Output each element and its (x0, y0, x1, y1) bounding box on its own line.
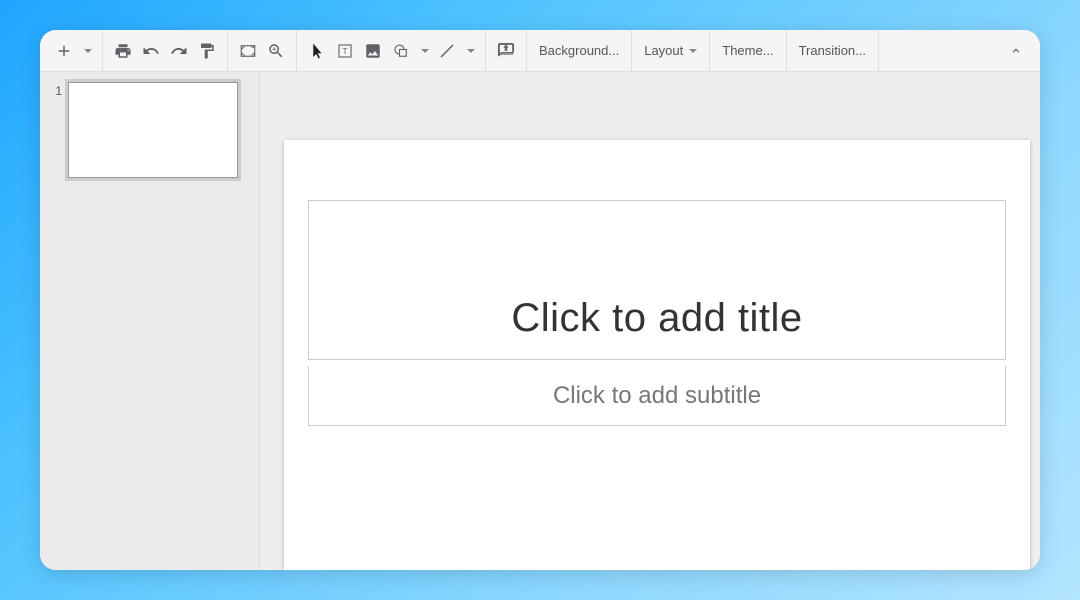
caret-down-icon (689, 49, 697, 53)
comment-group (486, 30, 527, 71)
toolbar-spacer (879, 30, 996, 71)
shape-button[interactable] (387, 37, 415, 65)
slide-thumbnail-row: 1 (50, 82, 249, 178)
select-tool-button[interactable] (303, 37, 331, 65)
caret-down-icon (467, 49, 475, 53)
comment-button[interactable] (492, 37, 520, 65)
line-icon (438, 42, 456, 60)
slide-panel[interactable]: 1 (40, 72, 260, 570)
zoom-group (228, 30, 297, 71)
new-slide-button[interactable] (50, 37, 78, 65)
new-slide-dropdown[interactable] (78, 37, 96, 65)
canvas-area[interactable]: Click to add title Click to add subtitle (260, 72, 1040, 570)
zoom-icon (267, 42, 285, 60)
theme-button[interactable]: Theme... (710, 30, 786, 71)
comment-icon (497, 42, 515, 60)
paint-roller-icon (198, 42, 216, 60)
background-label: Background... (539, 43, 619, 58)
subtitle-placeholder[interactable]: Click to add subtitle (308, 366, 1006, 426)
svg-text:T: T (342, 47, 347, 56)
collapse-toolbar-button[interactable] (996, 30, 1036, 71)
transition-label: Transition... (799, 43, 866, 58)
caret-down-icon (84, 49, 92, 53)
undo-icon (142, 42, 160, 60)
redo-button[interactable] (165, 37, 193, 65)
background-button[interactable]: Background... (527, 30, 632, 71)
image-icon (364, 42, 382, 60)
text-box-icon: T (336, 42, 354, 60)
fit-button[interactable] (234, 37, 262, 65)
plus-icon (55, 42, 73, 60)
zoom-button[interactable] (262, 37, 290, 65)
text-box-button[interactable]: T (331, 37, 359, 65)
redo-icon (170, 42, 188, 60)
shape-icon (392, 42, 410, 60)
layout-label: Layout (644, 43, 683, 58)
new-slide-group (44, 30, 103, 71)
content-area: 1 Click to add title Click to add subtit… (40, 72, 1040, 570)
line-dropdown[interactable] (461, 37, 479, 65)
file-actions-group (103, 30, 228, 71)
paint-format-button[interactable] (193, 37, 221, 65)
theme-label: Theme... (722, 43, 773, 58)
slide-canvas[interactable]: Click to add title Click to add subtitle (284, 140, 1030, 570)
caret-down-icon (421, 49, 429, 53)
transition-button[interactable]: Transition... (787, 30, 879, 71)
undo-button[interactable] (137, 37, 165, 65)
shape-dropdown[interactable] (415, 37, 433, 65)
slide-thumbnail[interactable] (68, 82, 238, 178)
print-icon (114, 42, 132, 60)
chevron-up-icon (1009, 44, 1023, 58)
slide-number: 1 (50, 82, 62, 178)
cursor-icon (308, 42, 326, 60)
image-button[interactable] (359, 37, 387, 65)
line-button[interactable] (433, 37, 461, 65)
print-button[interactable] (109, 37, 137, 65)
fit-icon (239, 42, 257, 60)
insert-tools-group: T (297, 30, 486, 71)
toolbar: T Background... (40, 30, 1040, 72)
title-placeholder[interactable]: Click to add title (308, 200, 1006, 360)
layout-button[interactable]: Layout (632, 30, 710, 71)
slides-editor-window: T Background... (40, 30, 1040, 570)
